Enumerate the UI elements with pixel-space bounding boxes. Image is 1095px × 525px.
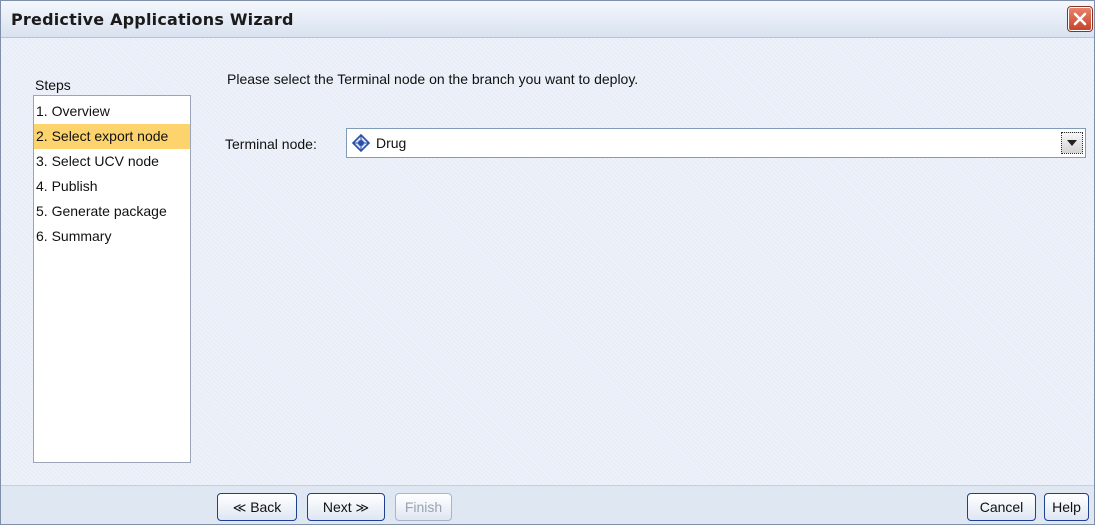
next-icon: ≫ bbox=[355, 500, 370, 515]
wizard-content: Steps 1. Overview 2. Select export node … bbox=[1, 38, 1094, 485]
steps-list: 1. Overview 2. Select export node 3. Sel… bbox=[33, 95, 191, 463]
window-title: Predictive Applications Wizard bbox=[11, 10, 294, 29]
help-button[interactable]: Help bbox=[1044, 493, 1089, 521]
steps-title: Steps bbox=[35, 77, 71, 93]
next-button[interactable]: Next ≫ bbox=[307, 493, 385, 521]
wizard-window: Predictive Applications Wizard Steps 1. … bbox=[0, 0, 1095, 525]
instruction-text: Please select the Terminal node on the b… bbox=[227, 71, 639, 87]
step-overview[interactable]: 1. Overview bbox=[34, 99, 190, 124]
chevron-down-icon bbox=[1067, 140, 1077, 146]
finish-button[interactable]: Finish bbox=[395, 493, 452, 521]
next-label: Next bbox=[322, 499, 352, 515]
close-button[interactable] bbox=[1067, 6, 1093, 32]
step-select-ucv-node[interactable]: 3. Select UCV node bbox=[34, 149, 190, 174]
cancel-button[interactable]: Cancel bbox=[967, 493, 1036, 521]
back-button[interactable]: ≪ Back bbox=[217, 493, 297, 521]
terminal-node-label: Terminal node: bbox=[225, 136, 317, 152]
terminal-node-select[interactable]: Drug bbox=[346, 128, 1086, 158]
terminal-node-value: Drug bbox=[376, 135, 407, 151]
type-node-icon bbox=[351, 134, 371, 152]
step-publish[interactable]: 4. Publish bbox=[34, 174, 190, 199]
back-icon: ≪ bbox=[232, 500, 247, 515]
title-bar: Predictive Applications Wizard bbox=[1, 1, 1094, 38]
close-icon bbox=[1073, 12, 1087, 26]
back-label: Back bbox=[250, 499, 282, 515]
wizard-footer: ≪ Back Next ≫ Finish Cancel Help bbox=[1, 485, 1094, 524]
step-summary[interactable]: 6. Summary bbox=[34, 224, 190, 249]
step-select-export-node[interactable]: 2. Select export node bbox=[34, 124, 190, 149]
dropdown-button[interactable] bbox=[1061, 132, 1083, 154]
step-generate-package[interactable]: 5. Generate package bbox=[34, 199, 190, 224]
